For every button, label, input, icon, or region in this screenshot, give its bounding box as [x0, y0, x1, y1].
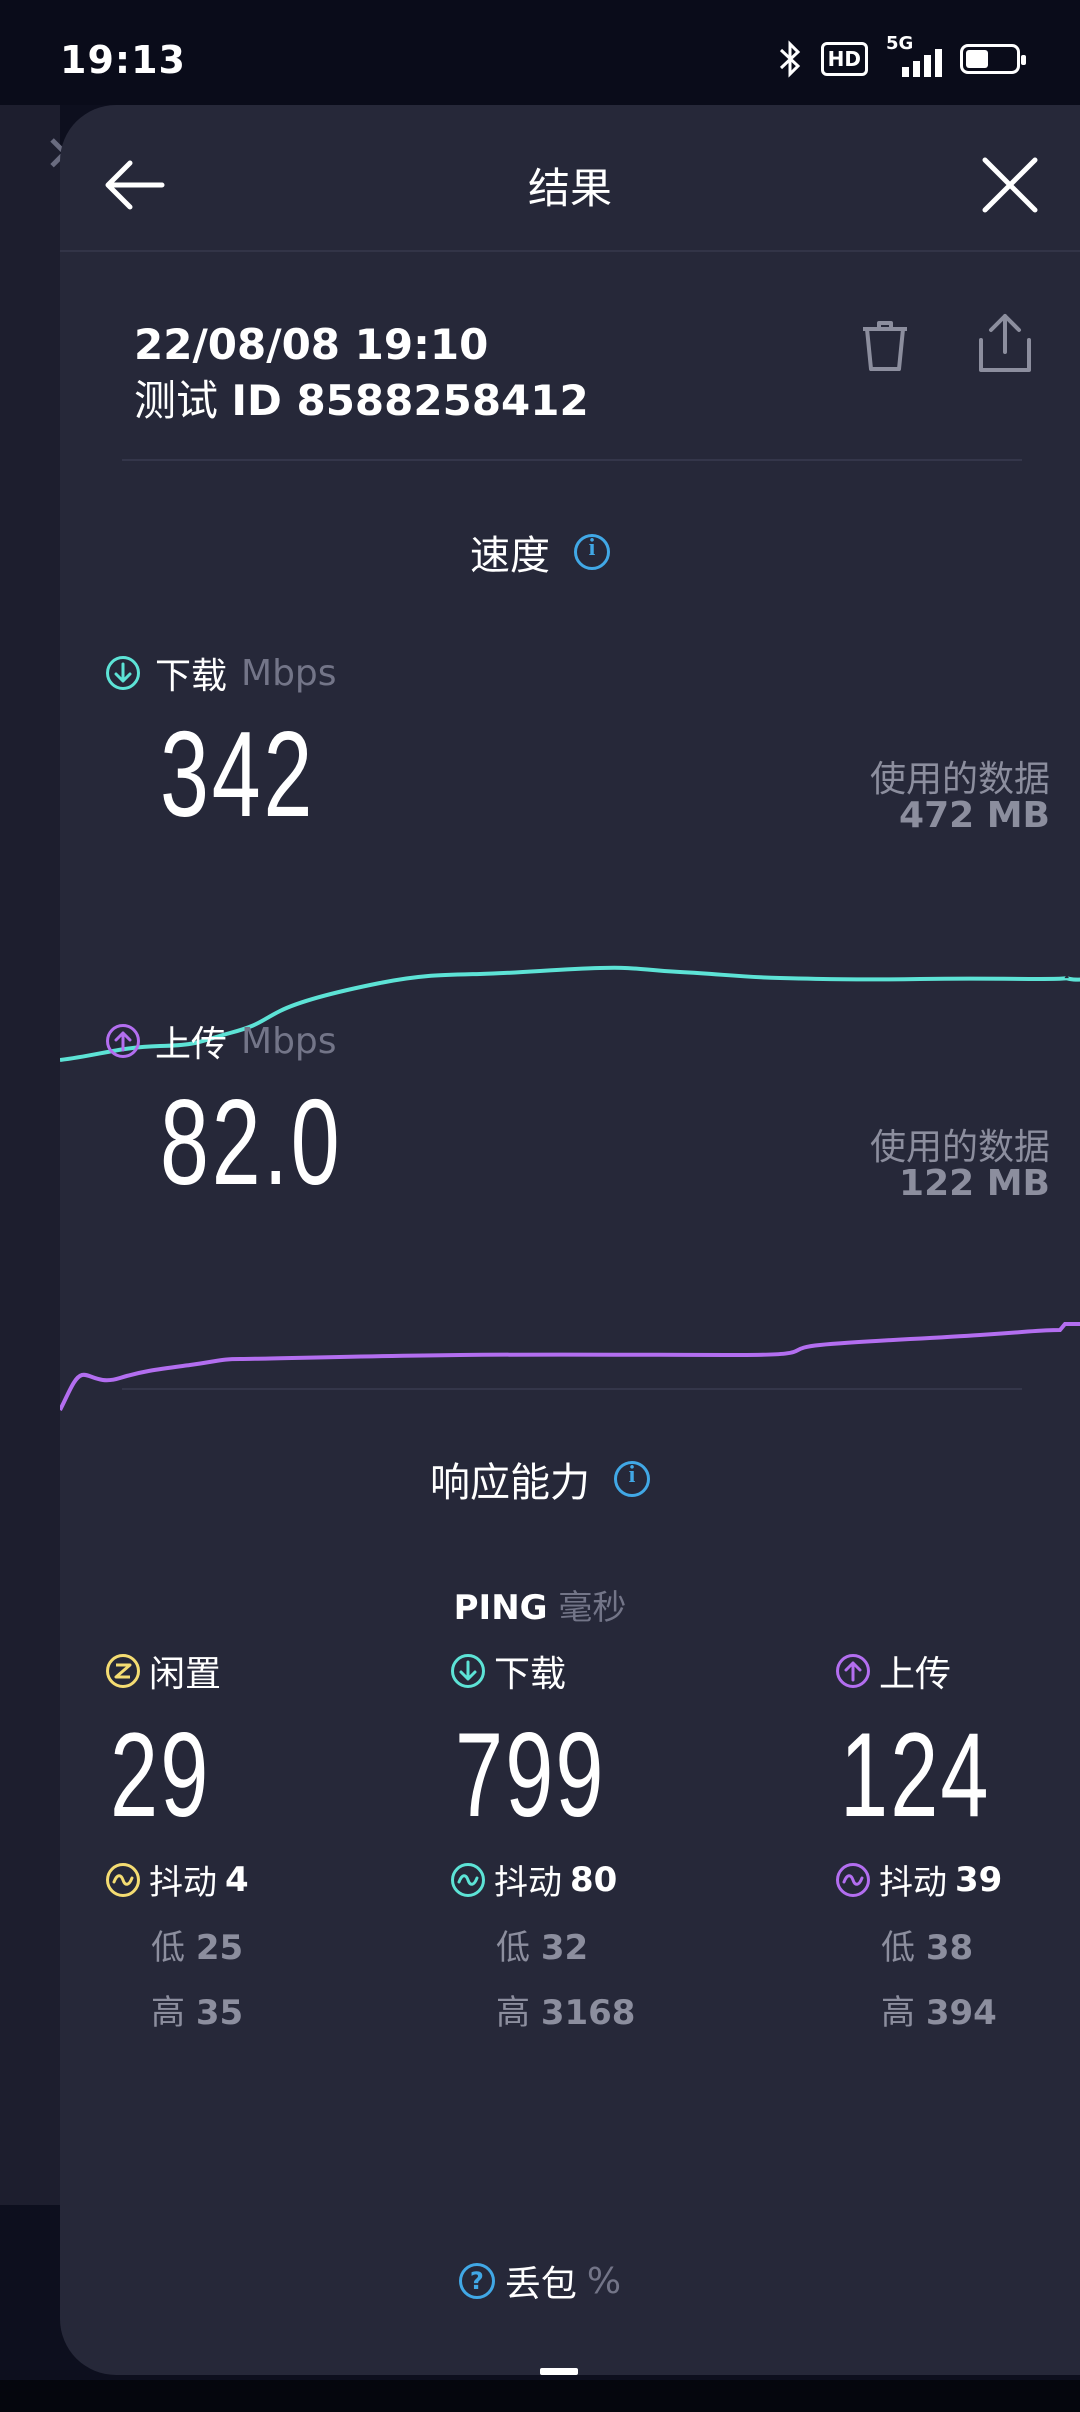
upload-arrow-icon	[106, 1024, 140, 1058]
ping-idle-jitter: 抖动 4	[105, 1855, 249, 1904]
upload-speed-graph	[60, 1322, 1080, 1411]
navigation-bar	[0, 2380, 1080, 2412]
ping-upload-jitter: 抖动 39	[835, 1855, 1049, 1904]
upload-arrow-icon	[836, 1654, 870, 1688]
upload-data-value: 122 MB	[899, 1163, 1050, 1204]
download-data-value: 472 MB	[899, 795, 1050, 836]
ping-title: PING 毫秒	[453, 1588, 627, 1628]
packet-loss-value	[540, 2368, 578, 2375]
ping-idle-value: 29	[110, 1708, 211, 1842]
info-icon[interactable]	[574, 534, 610, 570]
responsiveness-section-title: 响应能力	[60, 1450, 1020, 1508]
upload-label: 上传 Mbps	[105, 1015, 337, 1067]
signal-icon: 5G	[886, 33, 942, 77]
ping-download-value: 799	[455, 1708, 606, 1842]
ping-download-low: 低 32	[496, 1928, 589, 1968]
status-time: 19:13	[60, 38, 186, 82]
test-datetime: 22/08/08 19:10	[134, 320, 489, 369]
ping-upload-high: 高 394	[881, 1993, 997, 2033]
test-id-label: 测试	[134, 376, 219, 425]
bluetooth-icon	[779, 40, 800, 78]
ping-upload-low: 低 38	[881, 1928, 974, 1968]
ping-idle-low: 低 25	[151, 1928, 244, 1968]
ping-download-jitter: 抖动 80	[450, 1855, 664, 1904]
background-panel	[0, 105, 60, 2205]
upload-speed-value: 82.0	[160, 1074, 343, 1210]
upload-speed-line	[60, 1322, 1080, 1411]
ping-idle-high: 高 35	[151, 1993, 244, 2033]
ping-idle: 闲置 29 抖动 4 低 25 高 35	[105, 1645, 249, 2034]
ping-idle-label: 闲置	[105, 1645, 249, 1697]
test-id: 测试 ID 8588258412	[134, 367, 589, 428]
packet-loss: ? 丢包 %	[60, 2255, 1020, 2307]
close-icon[interactable]	[975, 150, 1045, 220]
divider	[122, 1388, 1022, 1390]
ping-upload-label: 上传	[835, 1645, 1049, 1697]
hd-badge: HD	[820, 42, 868, 76]
ping-download-high: 高 3168	[496, 1993, 636, 2033]
status-bar: 19:13 HD 5G	[0, 0, 1080, 105]
ping-upload: 上传 124 抖动 39 低 38 高 394	[835, 1645, 1049, 2034]
trash-icon[interactable]	[855, 315, 915, 375]
share-icon[interactable]	[975, 310, 1035, 376]
download-speed-value: 342	[160, 706, 316, 842]
download-label: 下载 Mbps	[105, 647, 337, 699]
page-title: 结果	[527, 164, 612, 213]
info-icon[interactable]	[614, 1461, 650, 1497]
ping-upload-value: 124	[840, 1708, 991, 1842]
help-icon[interactable]: ?	[458, 2263, 495, 2299]
ping-download: 下载 799 抖动 80 低 32 高 3168	[450, 1645, 664, 2034]
header: 结果	[60, 105, 1080, 252]
speed-section-title: 速度	[60, 523, 1020, 581]
battery-icon	[960, 44, 1026, 74]
download-arrow-icon	[106, 656, 140, 690]
test-id-value: ID 8588258412	[231, 376, 589, 425]
battery-level	[966, 50, 988, 68]
jitter-icon	[451, 1862, 485, 1897]
jitter-icon	[106, 1862, 140, 1897]
status-icons: HD 5G	[777, 33, 1026, 78]
divider	[122, 459, 1022, 461]
jitter-icon	[836, 1862, 870, 1897]
results-sheet: 结果 22/08/08 19:10 测试 ID 8588258412 速度 下载…	[60, 105, 1080, 2375]
idle-icon	[106, 1654, 140, 1688]
ping-download-label: 下载	[450, 1645, 664, 1697]
download-arrow-icon	[451, 1654, 485, 1688]
